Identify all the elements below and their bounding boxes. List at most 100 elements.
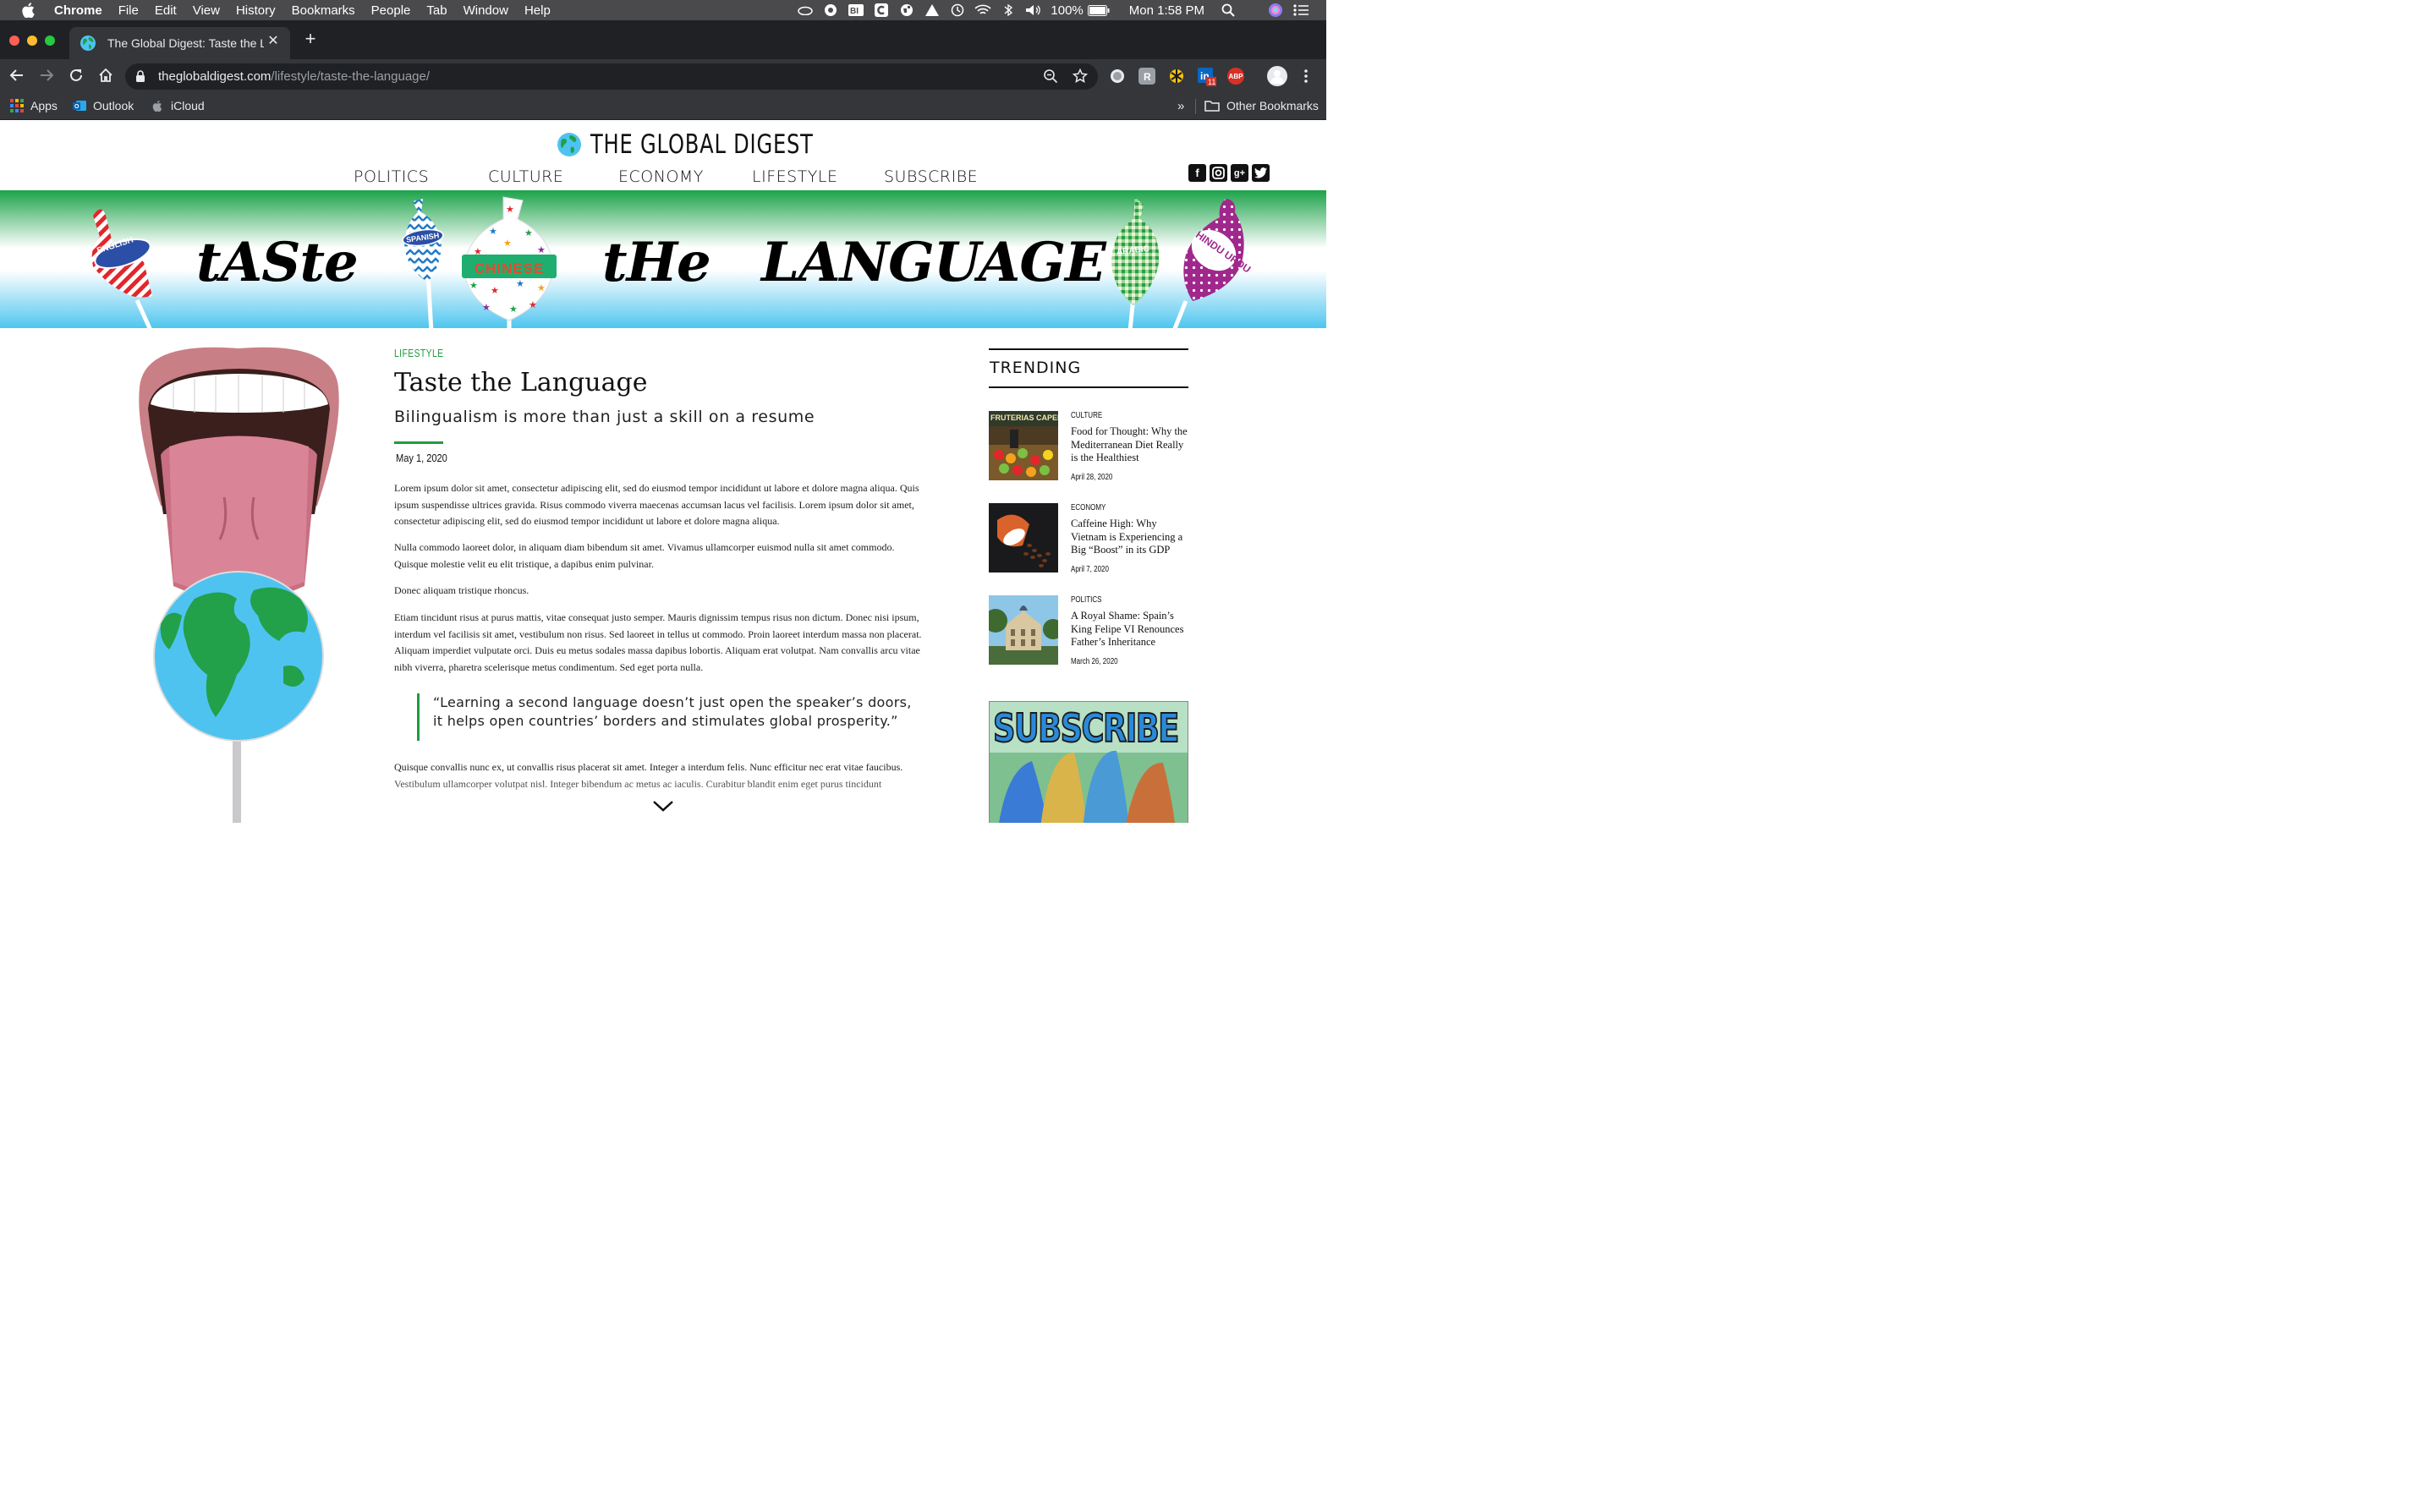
svg-text:★: ★ bbox=[482, 302, 491, 313]
bookmark-icloud-label: iCloud bbox=[171, 99, 205, 112]
trending-item-2[interactable]: ECONOMY Caffeine High: Why Vietnam is Ex… bbox=[989, 503, 1188, 576]
article-category[interactable]: LIFESTYLE bbox=[394, 347, 444, 359]
trending-3-date: March 26, 2020 bbox=[1071, 657, 1118, 666]
arabic-lollipop-icon bbox=[1111, 197, 1160, 331]
svg-text:★: ★ bbox=[489, 226, 497, 237]
nav-politics[interactable]: POLITICS bbox=[354, 167, 429, 186]
bluetooth-icon[interactable] bbox=[1000, 3, 1017, 17]
site-name: THE GLOBAL DIGEST bbox=[590, 129, 814, 160]
apple-menu-icon[interactable] bbox=[19, 3, 37, 18]
trending-1-title[interactable]: Food for Thought: Why the Mediterranean … bbox=[1071, 425, 1189, 465]
bookmark-other-label: Other Bookmarks bbox=[1226, 99, 1319, 112]
menu-help[interactable]: Help bbox=[524, 3, 551, 18]
minimize-window-button[interactable] bbox=[27, 36, 37, 46]
volume-icon[interactable] bbox=[1025, 3, 1042, 17]
siri-icon[interactable] bbox=[1267, 3, 1284, 17]
menu-people[interactable]: People bbox=[371, 3, 411, 18]
apps-grid-icon bbox=[10, 99, 24, 112]
menu-view[interactable]: View bbox=[193, 3, 220, 18]
lock-icon[interactable] bbox=[135, 70, 145, 82]
address-bar[interactable]: theglobaldigest.com/lifestyle/taste-the-… bbox=[125, 63, 1098, 90]
bookmark-icloud[interactable]: iCloud bbox=[151, 99, 205, 112]
home-button[interactable] bbox=[97, 68, 114, 85]
menu-file[interactable]: File bbox=[118, 3, 139, 18]
tab-close-icon[interactable]: ✕ bbox=[266, 35, 280, 48]
time-machine-icon[interactable] bbox=[949, 3, 966, 17]
bookmark-outlook[interactable]: O Outlook bbox=[73, 99, 134, 112]
chevron-down-icon[interactable] bbox=[652, 799, 674, 813]
globe-status-icon[interactable] bbox=[898, 3, 915, 17]
bookmark-star-icon[interactable] bbox=[1073, 68, 1088, 84]
trending-bottom-rule bbox=[989, 386, 1188, 388]
menu-history[interactable]: History bbox=[236, 3, 276, 18]
battery-icon[interactable] bbox=[1087, 3, 1111, 17]
bookmark-apps[interactable]: Apps bbox=[10, 99, 58, 112]
article-title: Taste the Language bbox=[394, 368, 648, 397]
menu-app-name[interactable]: Chrome bbox=[54, 3, 102, 18]
paragraph-4: Etiam tincidunt risus at purus mattis, v… bbox=[394, 611, 922, 673]
wifi-icon[interactable] bbox=[974, 3, 991, 17]
svg-text:BI: BI bbox=[850, 7, 859, 16]
subscribe-ad[interactable]: SUBSCRIBE bbox=[989, 701, 1188, 823]
instagram-icon[interactable] bbox=[1210, 164, 1227, 182]
forward-button[interactable] bbox=[38, 68, 55, 85]
linkedin-extension-icon[interactable]: in 11 bbox=[1198, 68, 1217, 86]
sync-icon[interactable] bbox=[822, 3, 839, 17]
trending-3-title[interactable]: A Royal Shame: Spain’s King Felipe VI Re… bbox=[1071, 610, 1189, 649]
trending-item-1[interactable]: FRUTERIAS CAPELL CULTURE Food for Though… bbox=[989, 411, 1188, 484]
back-button[interactable] bbox=[8, 68, 25, 85]
bookmarks-bar: Apps O Outlook iCloud » Other Bookmarks bbox=[0, 93, 1326, 120]
clock[interactable]: Mon 1:58 PM bbox=[1129, 3, 1204, 18]
tab-title: The Global Digest: Taste the L bbox=[107, 36, 264, 50]
adblock-extension-icon[interactable]: ABP bbox=[1227, 68, 1244, 85]
site-logo[interactable]: THE GLOBAL DIGEST bbox=[557, 129, 876, 160]
globe-logo-icon bbox=[557, 133, 581, 156]
profile-avatar[interactable] bbox=[1267, 66, 1287, 86]
zoom-icon[interactable] bbox=[1043, 68, 1058, 84]
trending-1-category[interactable]: CULTURE bbox=[1071, 411, 1102, 420]
reader-extension-icon[interactable]: R bbox=[1138, 68, 1155, 85]
cloud-status-icon[interactable] bbox=[797, 3, 814, 17]
menu-tab[interactable]: Tab bbox=[426, 3, 447, 18]
facebook-icon[interactable]: f bbox=[1188, 164, 1206, 182]
nav-subscribe[interactable]: SUBSCRIBE bbox=[884, 167, 978, 186]
url-text[interactable]: theglobaldigest.com/lifestyle/taste-the-… bbox=[158, 69, 430, 84]
hero-word-language: LANGUAGE bbox=[761, 231, 1106, 294]
spanish-lollipop-icon bbox=[402, 199, 444, 328]
trending-2-title[interactable]: Caffeine High: Why Vietnam is Experienci… bbox=[1071, 518, 1189, 557]
bi-icon[interactable]: BI bbox=[848, 3, 864, 17]
close-window-button[interactable] bbox=[9, 36, 19, 46]
tab-active[interactable]: The Global Digest: Taste the L ✕ bbox=[69, 27, 290, 59]
warning-icon[interactable] bbox=[924, 3, 941, 17]
trending-2-date: April 7, 2020 bbox=[1071, 565, 1109, 574]
nav-economy[interactable]: ECONOMY bbox=[618, 167, 704, 186]
menu-bookmarks[interactable]: Bookmarks bbox=[292, 3, 355, 18]
bookmarks-overflow-button[interactable]: » bbox=[1177, 99, 1184, 113]
google-plus-icon[interactable]: g+ bbox=[1231, 164, 1248, 182]
c-app-icon[interactable] bbox=[873, 3, 890, 17]
spotlight-search-icon[interactable] bbox=[1220, 3, 1237, 17]
honey-extension-icon[interactable] bbox=[1168, 68, 1185, 85]
svg-text:★: ★ bbox=[537, 282, 546, 293]
menu-window[interactable]: Window bbox=[464, 3, 508, 18]
svg-text:★: ★ bbox=[506, 204, 514, 215]
new-tab-button[interactable]: + bbox=[301, 30, 320, 48]
trending-item-3[interactable]: POLITICS A Royal Shame: Spain’s King Fel… bbox=[989, 595, 1188, 668]
zoom-window-button[interactable] bbox=[45, 36, 55, 46]
record-extension-icon[interactable] bbox=[1109, 68, 1126, 85]
twitter-icon[interactable] bbox=[1252, 164, 1270, 182]
bookmarks-divider bbox=[1195, 99, 1196, 114]
chrome-menu-icon[interactable] bbox=[1299, 68, 1313, 85]
english-lollipop-icon bbox=[91, 209, 153, 330]
reload-button[interactable] bbox=[68, 68, 85, 85]
trending-3-category[interactable]: POLITICS bbox=[1071, 595, 1101, 605]
notification-center-icon[interactable] bbox=[1292, 3, 1309, 17]
trending-2-category[interactable]: ECONOMY bbox=[1071, 503, 1106, 512]
bookmark-other[interactable]: Other Bookmarks bbox=[1204, 99, 1319, 112]
menu-edit[interactable]: Edit bbox=[155, 3, 177, 18]
nav-culture[interactable]: CULTURE bbox=[488, 167, 563, 186]
nav-lifestyle[interactable]: LIFESTYLE bbox=[752, 167, 838, 186]
svg-text:R: R bbox=[1144, 71, 1151, 83]
title-rule bbox=[394, 441, 443, 444]
bookmark-apps-label: Apps bbox=[30, 99, 58, 112]
